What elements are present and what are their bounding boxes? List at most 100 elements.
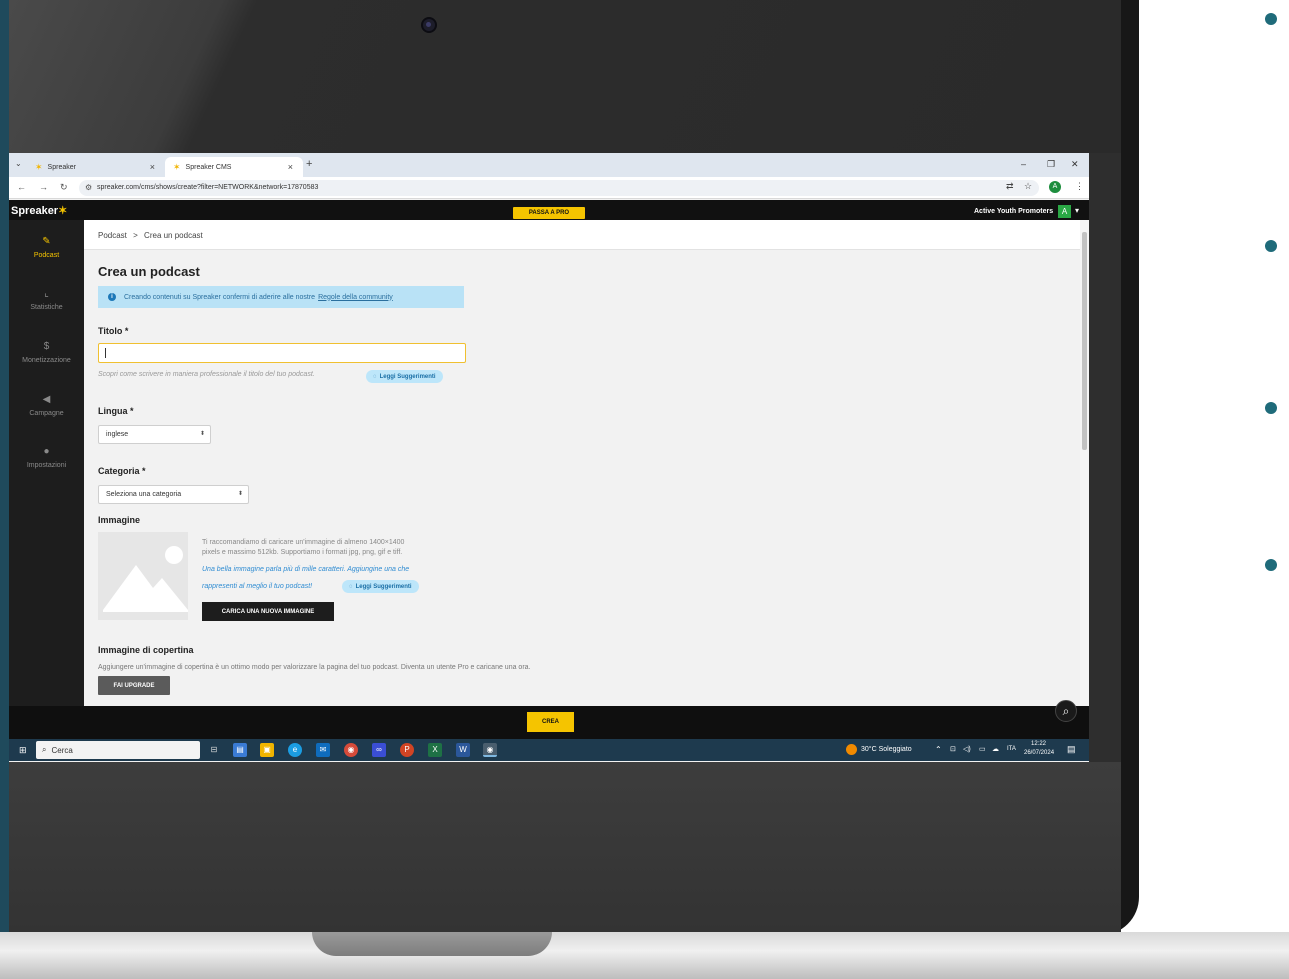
language-select[interactable]: inglese ⬍ [98, 425, 211, 444]
widgets-icon[interactable]: ▤ [233, 743, 247, 757]
windows-taskbar: ⊞ ⌕ Cerca ⊟ ▤ ▣ e ✉ ◉ ∞ P X W ◉ 30°C Sol… [9, 739, 1089, 761]
browser-tab-spreaker-cms[interactable]: ✶ Spreaker CMS × [165, 157, 303, 177]
network-icon[interactable]: ⊡ [950, 745, 956, 753]
language-value: inglese [106, 431, 129, 438]
image-tip-line-1: Una bella immagine parla più di mille ca… [202, 566, 410, 573]
laptop-bezel-right [1089, 153, 1121, 762]
sidebar-item-statistiche[interactable]: ⌞ Statistiche [9, 288, 84, 311]
title-suggestions-button[interactable]: ◌ Leggi Suggerimenti [366, 370, 443, 383]
info-icon: i [108, 293, 116, 301]
clock-time[interactable]: 12:22 [1031, 741, 1046, 747]
sidebar-item-podcast[interactable]: ✎ Podcast [9, 236, 84, 259]
upload-image-button[interactable]: CARICA UNA NUOVA IMMAGINE [202, 602, 334, 621]
select-arrows-icon: ⬍ [237, 491, 243, 497]
bookmark-star-icon[interactable]: ☆ [1024, 181, 1032, 192]
text-caret [105, 348, 106, 358]
word-icon[interactable]: W [456, 743, 470, 757]
notifications-icon[interactable]: ▤ [1067, 744, 1076, 755]
tab-search-chevron-icon[interactable]: ⌄ [15, 159, 22, 168]
chrome-icon[interactable]: ◉ [344, 743, 358, 757]
scrollbar-thumb[interactable] [1082, 232, 1087, 450]
tray-chevron-up-icon[interactable]: ⌃ [935, 745, 942, 754]
new-tab-button[interactable]: + [306, 158, 312, 170]
image-tip-line-2: rappresenti al meglio il tuo podcast! [202, 583, 313, 590]
browser-profile-avatar[interactable]: A [1049, 181, 1061, 193]
forward-icon[interactable]: → [39, 182, 48, 192]
address-bar[interactable]: ⚙ spreaker.com/cms/shows/create?filter=N… [79, 180, 1039, 196]
laptop-screen: ⌄ ✶ Spreaker × ✶ Spreaker CMS × + – ❐ ✕ … [9, 153, 1089, 762]
laptop-bezel-top [9, 0, 1121, 153]
slide-accent-stripe [0, 0, 9, 979]
category-select[interactable]: Seleziona una categoria ⬍ [98, 485, 249, 504]
cover-image-description: Aggiungere un'immagine di copertina è un… [98, 664, 531, 671]
windows-start-icon[interactable]: ⊞ [19, 745, 27, 756]
clock-date[interactable]: 26/07/2024 [1024, 750, 1054, 756]
taskbar-search-input[interactable]: ⌕ Cerca [36, 741, 200, 759]
account-chevron-down-icon[interactable]: ▾ [1075, 206, 1079, 215]
tab-close-icon[interactable]: × [150, 162, 155, 172]
lightbulb-icon: ◌ [373, 373, 377, 380]
tab-label: Spreaker [47, 163, 76, 171]
image-requirements-line-2: pixels e massimo 512kb. Supportiamo i fo… [202, 549, 403, 556]
breadcrumb-separator: > [133, 231, 138, 240]
taskbar-search-placeholder: Cerca [51, 745, 73, 755]
sidebar-item-impostazioni[interactable]: ● Impostazioni [9, 446, 84, 469]
network-name[interactable]: Active Youth Promoters [974, 208, 1053, 215]
volume-icon[interactable]: ◁) [963, 745, 971, 753]
title-hint: Scopri come scrivere in maniera professi… [98, 371, 315, 378]
browser-tab-spreaker[interactable]: ✶ Spreaker × [27, 157, 165, 177]
page-scrollbar[interactable] [1080, 220, 1089, 706]
powerpoint-icon[interactable]: P [400, 743, 414, 757]
site-info-icon[interactable]: ⚙ [85, 183, 92, 192]
breadcrumb: Podcast > Crea un podcast [98, 231, 203, 240]
chart-icon: ⌞ [44, 288, 49, 299]
browser-tab-strip: ⌄ ✶ Spreaker × ✶ Spreaker CMS × + – ❐ ✕ [9, 153, 1089, 177]
upgrade-pro-button[interactable]: PASSA A PRO [513, 207, 585, 219]
edge-browser-icon[interactable]: e [288, 743, 302, 757]
breadcrumb-root-link[interactable]: Podcast [98, 231, 127, 240]
spreaker-favicon-icon: ✶ [173, 161, 181, 172]
category-value: Seleziona una categoria [106, 491, 182, 498]
cover-image-label: Immagine di copertina [98, 645, 194, 655]
browser-menu-icon[interactable]: ⋮ [1075, 181, 1084, 192]
sidebar-item-campagne[interactable]: ◀ Campagne [9, 394, 84, 417]
back-icon[interactable]: ← [17, 182, 26, 192]
keyboard-language[interactable]: ITA [1007, 746, 1016, 752]
laptop-base-notch [312, 932, 552, 956]
user-avatar[interactable]: A [1058, 205, 1071, 218]
info-text: Creando contenuti su Spreaker confermi d… [124, 293, 316, 301]
chat-icon[interactable]: ▭ [979, 745, 986, 753]
image-placeholder-icon[interactable] [98, 532, 188, 620]
zoom-search-icon[interactable]: ⌕ [1055, 700, 1077, 722]
image-suggestions-button[interactable]: ◌ Leggi Suggerimenti [342, 580, 419, 593]
weather-text[interactable]: 30°C Soleggiato [861, 746, 912, 753]
reload-icon[interactable]: ↻ [60, 182, 68, 193]
suggestions-label: Leggi Suggerimenti [379, 373, 436, 380]
task-view-icon[interactable]: ⊟ [207, 743, 221, 757]
app-icon[interactable]: ∞ [372, 743, 386, 757]
create-podcast-button[interactable]: CREA [527, 712, 574, 732]
title-label: Titolo * [98, 326, 129, 336]
chrome-active-icon[interactable]: ◉ [483, 743, 497, 757]
upgrade-button[interactable]: FAI UPGRADE [98, 676, 170, 695]
spreaker-logo[interactable]: Spreaker✶ [11, 204, 67, 217]
sidebar-item-label: Monetizzazione [22, 357, 71, 364]
webcam-icon [423, 19, 435, 31]
tab-close-icon[interactable]: × [288, 162, 293, 172]
translate-icon[interactable]: ⇄ [1006, 181, 1014, 192]
minimize-icon[interactable]: – [1021, 159, 1026, 169]
onedrive-cloud-icon[interactable]: ☁ [992, 745, 999, 753]
sidebar-item-label: Impostazioni [26, 462, 67, 469]
spreaker-favicon-icon: ✶ [35, 161, 43, 172]
title-input[interactable] [98, 343, 466, 363]
url-text: spreaker.com/cms/shows/create?filter=NET… [97, 184, 319, 191]
close-window-icon[interactable]: ✕ [1071, 159, 1079, 170]
file-explorer-icon[interactable]: ▣ [260, 743, 274, 757]
sidebar-item-monetizzazione[interactable]: $ Monetizzazione [9, 341, 84, 364]
community-rules-link[interactable]: Regole della community [318, 294, 393, 301]
slide-bullet [1265, 402, 1277, 414]
mail-icon[interactable]: ✉ [316, 743, 330, 757]
restore-icon[interactable]: ❐ [1047, 159, 1055, 170]
community-info-banner: i Creando contenuti su Spreaker confermi… [98, 286, 464, 308]
excel-icon[interactable]: X [428, 743, 442, 757]
